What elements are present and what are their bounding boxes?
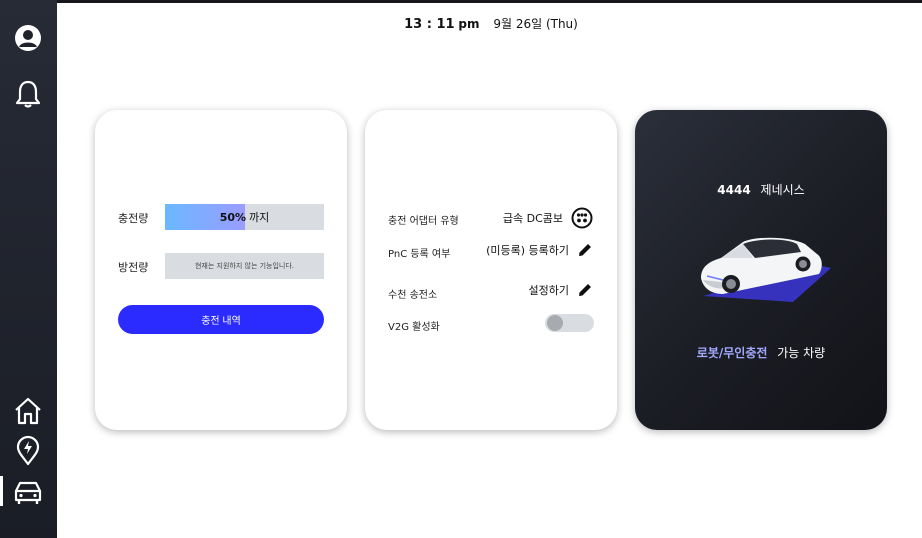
vehicle-title: 4444 제네시스: [635, 181, 887, 198]
active-indicator: [0, 476, 3, 506]
vehicle-number: 4444: [717, 183, 751, 197]
discharge-level-bar: 현재는 지원하지 않는 기능입니다.: [165, 253, 324, 279]
charge-card: 충전량 50% 까지 방전량 현재는 지원하지 않는 기능입니다. 충전 내역: [95, 110, 347, 430]
vehicle-capability-text: 가능 차량: [777, 346, 826, 360]
vehicle-capability-highlight: 로봇/무인충전: [696, 346, 768, 360]
charging-button[interactable]: [10, 432, 46, 468]
vehicle-model: 제네시스: [760, 183, 805, 197]
home-icon: [15, 397, 41, 425]
charge-level-bar[interactable]: 50% 까지: [165, 204, 324, 230]
sidebar: [0, 0, 57, 538]
charging-info-card: 충전 어댑터 유형 급속 DC콤보 PnC 등록 여부 (미등록) 등록하기 수…: [365, 110, 617, 430]
discharge-note: 현재는 지원하지 않는 기능입니다.: [194, 262, 295, 270]
notifications-button[interactable]: [10, 76, 46, 112]
adapter-type-text: 급속 DC콤보: [502, 212, 563, 225]
vehicle-caption: 로봇/무인충전 가능 차량: [635, 344, 887, 361]
adapter-type-label: 충전 어댑터 유형: [388, 216, 459, 227]
vehicle-card[interactable]: 4444 제네시스 로봇/무인충전 가능 차량: [635, 110, 887, 430]
v2g-toggle-knob: [547, 315, 563, 331]
charge-label: 충전량: [118, 212, 149, 225]
charging-pin-icon: [16, 435, 40, 466]
v2g-toggle[interactable]: [545, 314, 594, 332]
station-value-text: 설정하기: [528, 284, 569, 297]
pnc-label: PnC 등록 여부: [388, 249, 451, 260]
home-button[interactable]: [10, 393, 46, 429]
bell-icon: [15, 80, 41, 108]
top-border: [0, 0, 922, 3]
adapter-type-value: 급속 DC콤보: [503, 207, 593, 229]
pnc-register-link[interactable]: (미등록) 등록하기: [486, 242, 593, 258]
station-setting-link[interactable]: 설정하기: [529, 282, 593, 298]
pnc-value-text: (미등록) 등록하기: [486, 244, 569, 257]
clock: 13 : 11 pm 9월 26일 (Thu): [0, 15, 922, 32]
connector-plug-icon: [571, 207, 593, 229]
clock-time: 13 : 11: [404, 17, 455, 32]
charge-suffix: 까지: [249, 211, 270, 224]
clock-date: 9월 26일 (Thu): [493, 17, 578, 31]
clock-ampm: pm: [458, 17, 480, 31]
car-icon: [14, 481, 42, 504]
charge-history-button[interactable]: 충전 내역: [118, 305, 324, 334]
car-illustration: [701, 237, 831, 302]
discharge-label: 방전량: [118, 261, 149, 274]
v2g-label: V2G 활성화: [388, 322, 440, 333]
pencil-icon[interactable]: [577, 282, 593, 298]
charge-percent: 50%: [219, 210, 247, 224]
vehicle-button[interactable]: [10, 473, 46, 509]
station-label: 수천 송전소: [388, 290, 438, 301]
pencil-icon[interactable]: [577, 242, 593, 258]
